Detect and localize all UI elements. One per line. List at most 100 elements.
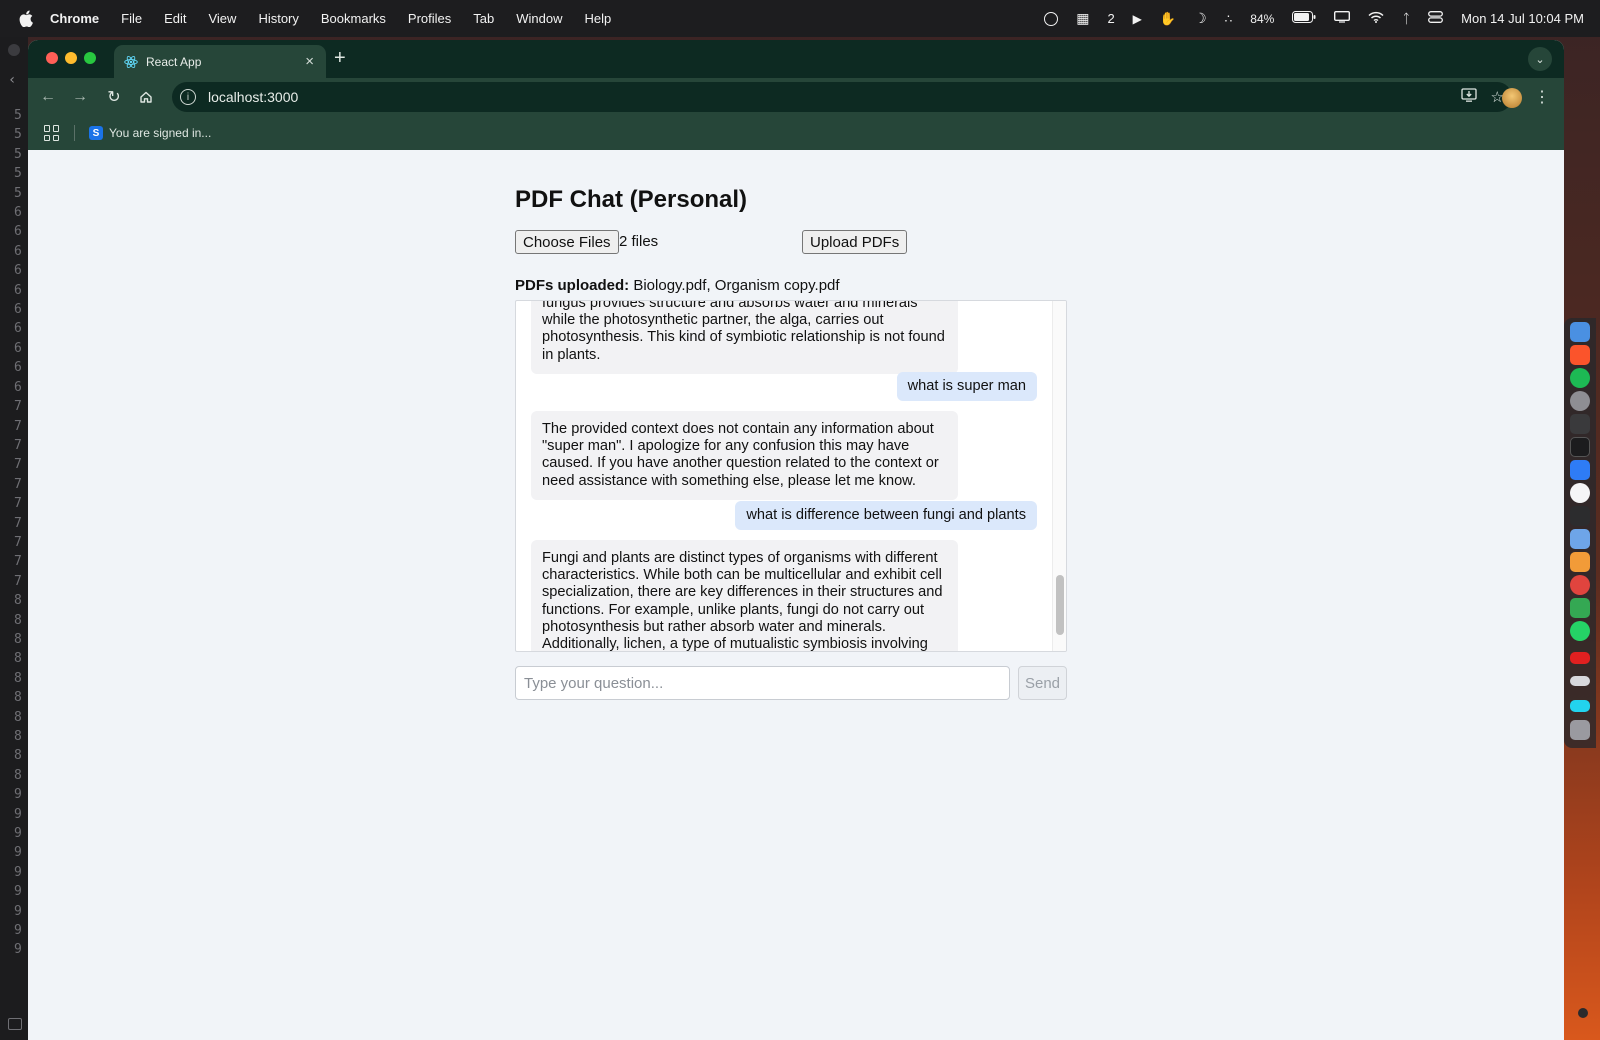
menu-history[interactable]: History: [258, 11, 298, 26]
clock-app-icon[interactable]: [1570, 483, 1590, 503]
menu-profiles[interactable]: Profiles: [408, 11, 451, 26]
bot-message: fungus provides structure and absorbs wa…: [531, 301, 958, 374]
tab-strip: React App × + ⌄: [28, 40, 1564, 78]
line-number: 7: [14, 515, 22, 531]
whatsapp-icon[interactable]: [1570, 621, 1590, 641]
menu-help[interactable]: Help: [585, 11, 612, 26]
line-number: 6: [14, 321, 22, 337]
cyan-folder-icon[interactable]: [1570, 700, 1590, 712]
menu-view[interactable]: View: [208, 11, 236, 26]
line-number: 7: [14, 534, 22, 550]
profile-avatar[interactable]: [1502, 88, 1522, 108]
line-number: 9: [14, 806, 22, 822]
address-url[interactable]: localhost:3000: [208, 89, 298, 105]
line-number: 6: [14, 282, 22, 298]
bookmarks-bar: S You are signed in...: [28, 116, 1564, 150]
site-info-icon[interactable]: i: [180, 89, 196, 105]
user-message: what is super man: [896, 372, 1037, 402]
line-number: 6: [14, 360, 22, 376]
apps-grid-icon[interactable]: [44, 125, 60, 141]
line-number: 7: [14, 418, 22, 434]
line-number: 6: [14, 379, 22, 395]
chat-history[interactable]: fungus provides structure and absorbs wa…: [515, 300, 1067, 652]
chrome-menu-icon[interactable]: ⋮: [1534, 87, 1550, 107]
compass-icon[interactable]: [1044, 11, 1059, 26]
question-input-row: Send: [515, 666, 1067, 700]
sidebar-toggle-icon[interactable]: [8, 1018, 22, 1030]
brave-icon[interactable]: [1570, 345, 1590, 365]
question-input[interactable]: [515, 666, 1010, 700]
menu-edit[interactable]: Edit: [164, 11, 186, 26]
line-number: 8: [14, 631, 22, 647]
control-center-icon[interactable]: [1428, 11, 1444, 26]
terminal-icon[interactable]: [1570, 437, 1590, 457]
battery-icon[interactable]: [1292, 11, 1316, 26]
chrome-icon[interactable]: [1570, 575, 1590, 595]
back-arrow-icon[interactable]: ←: [38, 87, 58, 107]
minimize-window-icon[interactable]: [65, 52, 77, 64]
bookmark-signed-in[interactable]: You are signed in...: [109, 126, 211, 140]
bookmarks-divider: [74, 125, 75, 141]
red-folder-icon[interactable]: [1570, 652, 1590, 664]
tasks-icon[interactable]: [1570, 460, 1590, 480]
menu-tab[interactable]: Tab: [473, 11, 494, 26]
home-icon[interactable]: [136, 87, 156, 107]
extension-icon[interactable]: ▦: [1076, 10, 1089, 27]
new-tab-button[interactable]: +: [334, 47, 346, 70]
weather-icon[interactable]: ∴: [1225, 12, 1233, 26]
line-number: 6: [14, 205, 22, 221]
app-icon-green[interactable]: [1570, 598, 1590, 618]
tab-react-app[interactable]: React App ×: [114, 45, 326, 78]
cube-app-icon[interactable]: [1570, 506, 1590, 526]
choose-files-button[interactable]: Choose Files: [515, 230, 619, 254]
bottom-corner-dot: [1578, 1008, 1588, 1018]
menu-bookmarks[interactable]: Bookmarks: [321, 11, 386, 26]
file-upload-row: Choose Files 2 files Upload PDFs: [515, 230, 1067, 254]
menu-clock[interactable]: Mon 14 Jul 10:04 PM: [1461, 11, 1584, 26]
tab-close-icon[interactable]: ×: [305, 53, 314, 70]
forward-arrow-icon[interactable]: →: [70, 87, 90, 107]
apple-icon[interactable]: [18, 10, 34, 28]
line-number: 9: [14, 787, 22, 803]
menu-file[interactable]: File: [121, 11, 142, 26]
app-icon[interactable]: [1570, 414, 1590, 434]
menu-window[interactable]: Window: [516, 11, 562, 26]
settings-icon[interactable]: [1570, 391, 1590, 411]
preview-icon[interactable]: [1570, 529, 1590, 549]
spotify-icon[interactable]: [1570, 368, 1590, 388]
display-icon[interactable]: [1334, 10, 1351, 26]
chat-scrollbar[interactable]: [1052, 301, 1066, 651]
line-number: 5: [14, 127, 22, 143]
install-app-icon[interactable]: [1460, 88, 1477, 107]
finder-icon[interactable]: [1570, 322, 1590, 342]
play-icon[interactable]: ▶: [1133, 12, 1142, 26]
line-number: 7: [14, 457, 22, 473]
send-button[interactable]: Send: [1018, 666, 1067, 700]
menu-app-name[interactable]: Chrome: [50, 11, 99, 26]
page-viewport: PDF Chat (Personal) Choose Files 2 files…: [28, 150, 1564, 1040]
line-number: 6: [14, 340, 22, 356]
line-number: 7: [14, 476, 22, 492]
chat-scroll-thumb[interactable]: [1056, 575, 1064, 635]
drive-icon[interactable]: [1570, 676, 1590, 686]
notification-count[interactable]: 2: [1107, 11, 1114, 26]
close-window-icon[interactable]: [46, 52, 58, 64]
bluetooth-icon[interactable]: ᛏ: [1402, 11, 1410, 26]
battery-percent[interactable]: 84%: [1250, 12, 1274, 26]
maximize-window-icon[interactable]: [84, 52, 96, 64]
line-number: 9: [14, 923, 22, 939]
wifi-icon[interactable]: [1368, 11, 1384, 26]
line-number: 9: [14, 942, 22, 958]
upload-pdfs-button[interactable]: Upload PDFs: [802, 230, 908, 254]
moon-icon[interactable]: ☽: [1194, 10, 1207, 27]
hand-icon[interactable]: ✋: [1160, 11, 1176, 27]
sublime-icon[interactable]: [1570, 552, 1590, 572]
chevron-left-icon[interactable]: ‹: [8, 72, 16, 88]
tab-search-icon[interactable]: ⌄: [1528, 47, 1552, 71]
reload-icon[interactable]: ↻: [104, 87, 124, 107]
uploaded-files-list: Biology.pdf, Organism copy.pdf: [633, 277, 840, 294]
trash-icon[interactable]: [1570, 720, 1590, 740]
menu-bar: Chrome File Edit View History Bookmarks …: [0, 0, 1600, 37]
tab-title: React App: [146, 54, 202, 69]
address-bar[interactable]: i localhost:3000 ☆: [172, 82, 1512, 112]
